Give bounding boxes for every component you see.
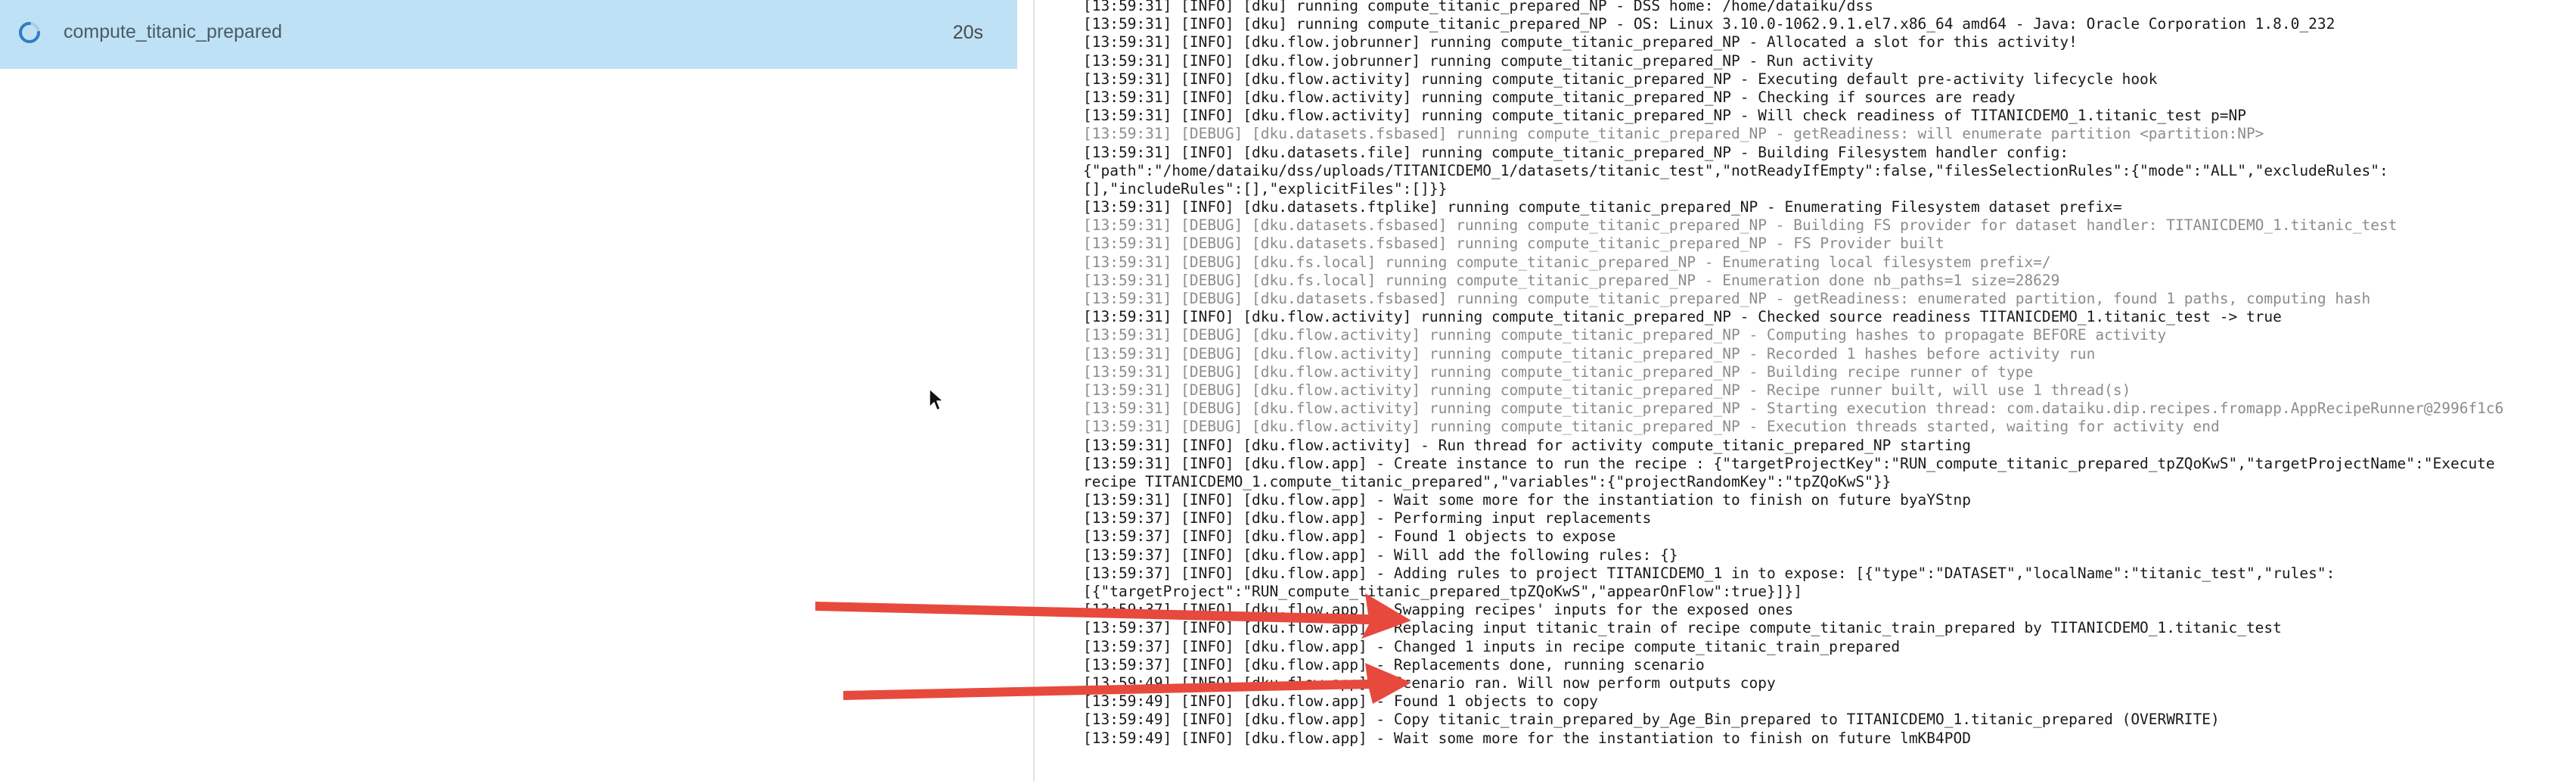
log-line: [13:59:31] [DEBUG] [dku.flow.activity] r… bbox=[1083, 400, 2504, 418]
log-line: [13:59:31] [INFO] [dku.flow.activity] ru… bbox=[1083, 88, 2016, 106]
log-line: [{"targetProject":"RUN_compute_titanic_p… bbox=[1083, 583, 1802, 600]
log-line: [13:59:31] [INFO] [dku.flow.activity] ru… bbox=[1083, 70, 2158, 88]
log-line: [13:59:37] [INFO] [dku.flow.app] - Perfo… bbox=[1083, 509, 1652, 527]
log-line: [13:59:31] [INFO] [dku.datasets.file] ru… bbox=[1083, 143, 2069, 161]
activity-list-pane: compute_titanic_prepared 20s bbox=[0, 0, 1033, 781]
log-line: [13:59:31] [INFO] [dku.datasets.ftplike]… bbox=[1083, 198, 2122, 216]
log-line: [13:59:31] [INFO] [dku] running compute_… bbox=[1083, 15, 2335, 33]
log-line: [13:59:31] [DEBUG] [dku.flow.activity] r… bbox=[1083, 362, 2034, 381]
log-line: [13:59:31] [INFO] [dku] running compute_… bbox=[1083, 0, 1873, 14]
log-line: [13:59:31] [DEBUG] [dku.datasets.fsbased… bbox=[1083, 125, 2264, 143]
log-line: [13:59:31] [INFO] [dku.flow.app] - Creat… bbox=[1083, 454, 2495, 472]
log-line: [13:59:31] [DEBUG] [dku.fs.local] runnin… bbox=[1083, 253, 2051, 271]
log-line: [13:59:31] [INFO] [dku.flow.jobrunner] r… bbox=[1083, 33, 2078, 51]
log-line: [13:59:49] [INFO] [dku.flow.app] - Found… bbox=[1083, 692, 1598, 711]
log-line: [13:59:31] [INFO] [dku.flow.activity] - … bbox=[1083, 436, 1971, 454]
job-log-pane[interactable]: [13:59:31] [INFO] [dku] running compute_… bbox=[1035, 0, 2576, 781]
activity-name: compute_titanic_prepared bbox=[64, 21, 283, 42]
log-line: [13:59:49] [INFO] [dku.flow.app] - Copy … bbox=[1083, 711, 2220, 729]
log-line: [13:59:31] [INFO] [dku.flow.activity] ru… bbox=[1083, 308, 2282, 326]
log-line: [13:59:31] [INFO] [dku.flow.activity] ru… bbox=[1083, 107, 2246, 125]
log-line: [13:59:31] [DEBUG] [dku.datasets.fsbased… bbox=[1083, 235, 1944, 253]
log-line: recipe TITANICDEMO_1.compute_titanic_pre… bbox=[1083, 472, 1892, 490]
log-line: [13:59:31] [DEBUG] [dku.flow.activity] r… bbox=[1083, 344, 2096, 362]
log-line: [13:59:31] [DEBUG] [dku.flow.activity] r… bbox=[1083, 418, 2220, 436]
log-line: [13:59:31] [INFO] [dku.flow.jobrunner] r… bbox=[1083, 51, 1873, 70]
loading-spinner-icon bbox=[19, 22, 40, 43]
log-line: [13:59:37] [INFO] [dku.flow.app] - Found… bbox=[1083, 527, 1616, 546]
log-line: [],"includeRules":[],"explicitFiles":[]}… bbox=[1083, 179, 1448, 198]
log-line: [13:59:37] [INFO] [dku.flow.app] - Repla… bbox=[1083, 619, 2282, 637]
log-line: {"path":"/home/dataiku/dss/uploads/TITAN… bbox=[1083, 161, 2388, 179]
log-line: [13:59:49] [INFO] [dku.flow.app] - Wait … bbox=[1083, 729, 1971, 747]
log-line: [13:59:37] [INFO] [dku.flow.app] - Will … bbox=[1083, 546, 1678, 564]
mouse-pointer-icon bbox=[929, 388, 944, 411]
log-line: [13:59:31] [DEBUG] [dku.fs.local] runnin… bbox=[1083, 271, 2060, 289]
log-line: [13:59:49] [INFO] [dku.flow.app] - Scena… bbox=[1083, 674, 1776, 692]
log-line: [13:59:37] [INFO] [dku.flow.app] - Repla… bbox=[1083, 655, 1705, 674]
log-line: [13:59:31] [DEBUG] [dku.datasets.fsbased… bbox=[1083, 216, 2398, 235]
log-line: [13:59:37] [INFO] [dku.flow.app] - Chang… bbox=[1083, 637, 1901, 655]
log-line: [13:59:31] [DEBUG] [dku.datasets.fsbased… bbox=[1083, 290, 2371, 307]
log-line: [13:59:37] [INFO] [dku.flow.app] - Addin… bbox=[1083, 564, 2335, 582]
log-line: [13:59:31] [DEBUG] [dku.flow.activity] r… bbox=[1083, 381, 2131, 399]
log-lines: [13:59:31] [INFO] [dku] running compute_… bbox=[1083, 0, 2573, 748]
log-line: [13:59:31] [INFO] [dku.flow.app] - Wait … bbox=[1083, 491, 1971, 509]
activity-duration: 20s bbox=[952, 22, 983, 43]
log-line: [13:59:37] [INFO] [dku.flow.app] - Swapp… bbox=[1083, 601, 1794, 619]
log-line: [13:59:31] [DEBUG] [dku.flow.activity] r… bbox=[1083, 326, 2167, 344]
activity-row-selected[interactable]: compute_titanic_prepared 20s bbox=[0, 0, 1017, 69]
